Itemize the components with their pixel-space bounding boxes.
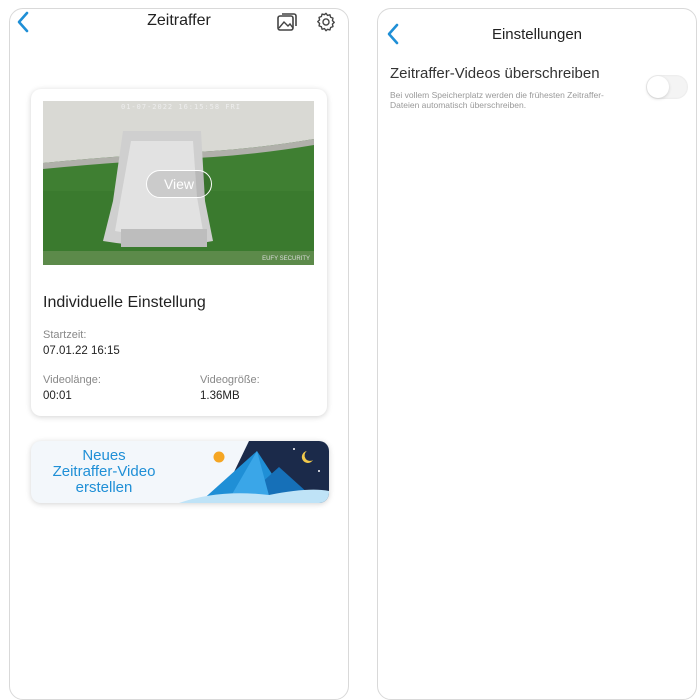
banner-label: Neues Zeitraffer-Video erstellen [35,448,173,496]
card-title: Individuelle Einstellung [43,294,206,311]
mountain-illustration [179,441,329,503]
timelapse-card: 01-07-2022 16:15:58 FRI EUFY SECURITY Vi… [31,89,327,416]
start-value: 07.01.22 16:15 [43,345,120,357]
length-value: 00:01 [43,390,72,402]
banner-line-1: Neues [82,447,126,464]
settings-button[interactable] [315,11,337,33]
start-label: Startzeit: [43,329,87,341]
thumbnail-timestamp: 01-07-2022 16:15:58 FRI [121,103,241,111]
size-label: Videogröße: [200,374,260,386]
overwrite-toggle[interactable] [646,75,688,99]
header: Einstellungen [378,9,696,45]
gallery-icon [277,13,297,31]
overwrite-setting-description: Bei vollem Speicherplatz werden die früh… [390,90,604,110]
video-thumbnail[interactable]: 01-07-2022 16:15:58 FRI EUFY SECURITY Vi… [43,101,314,265]
banner-line-3: erstellen [75,479,133,496]
timelapse-screen: Zeitraffer 01-07-2022 16:15:58 FRI EUFY … [9,8,349,700]
overwrite-setting-title: Zeitraffer-Videos überschreiben [390,65,600,82]
size-value: 1.36MB [200,390,240,402]
page-title: Einstellungen [491,26,583,43]
gallery-button[interactable] [276,11,298,33]
new-timelapse-banner[interactable]: Neues Zeitraffer-Video erstellen [31,441,329,503]
banner-line-2: Zeitraffer-Video [52,463,156,480]
header: Zeitraffer [10,9,348,43]
length-label: Videolänge: [43,374,101,386]
thumbnail-watermark: EUFY SECURITY [262,256,310,262]
gear-icon [317,12,335,32]
settings-screen: Einstellungen Zeitraffer-Videos überschr… [377,8,697,700]
toggle-knob [647,76,669,98]
view-button[interactable]: View [146,170,212,198]
